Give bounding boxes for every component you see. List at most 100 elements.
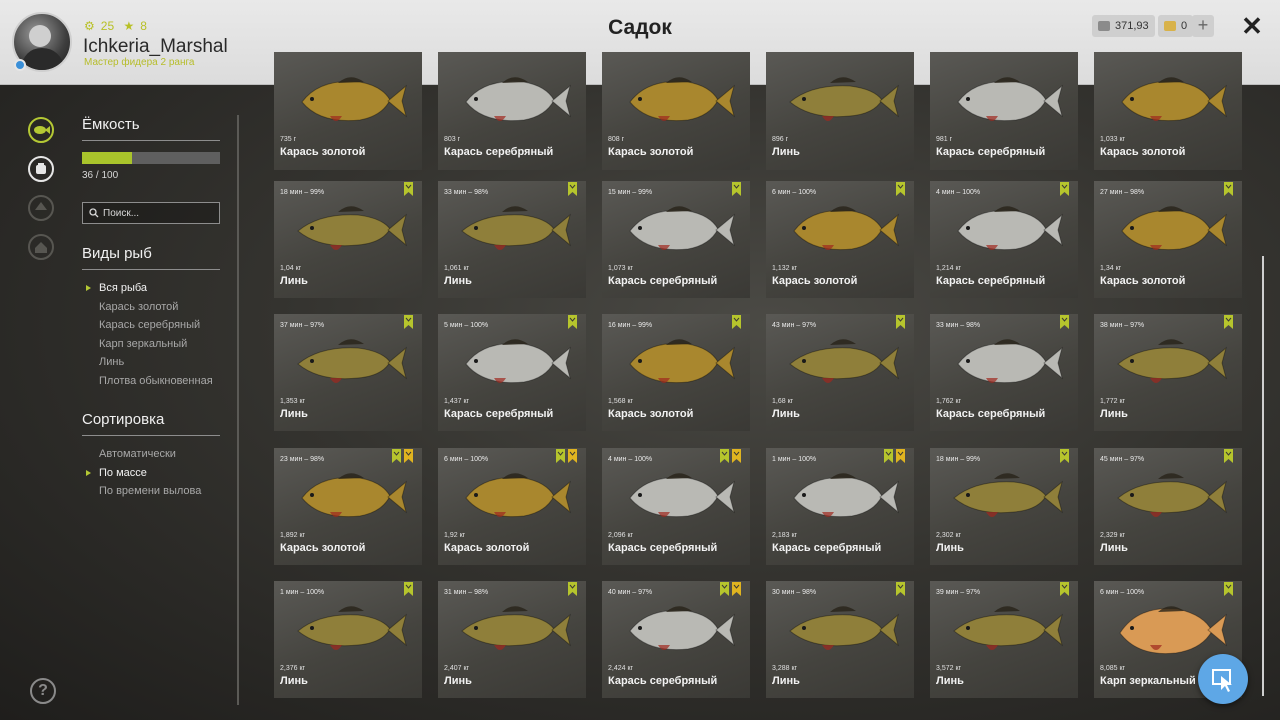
add-gold-button[interactable]: + — [1192, 15, 1214, 37]
badges — [392, 449, 413, 463]
silver-fish-icon — [465, 77, 571, 122]
fish-name: Карась золотой — [772, 275, 858, 287]
catch-time: 38 мин – 97% — [1100, 322, 1145, 329]
tench-fish-icon — [953, 606, 1063, 650]
gold-fish-icon — [465, 473, 571, 518]
species-filter-item[interactable]: Карась серебряный — [86, 316, 213, 335]
fish-name: Карась серебряный — [936, 146, 1046, 158]
inventory-icon[interactable] — [28, 156, 54, 182]
help-icon[interactable]: ? — [30, 678, 56, 704]
fish-keepnet-icon[interactable] — [28, 117, 54, 143]
green-trophy-badge-icon — [1224, 582, 1233, 596]
gold-fish-icon — [301, 77, 407, 122]
fish-weight: 2,376 кг — [280, 665, 306, 672]
fish-weight: 1,762 кг — [936, 398, 962, 405]
tench-fish-icon — [1117, 473, 1227, 517]
fish-card[interactable]: 43 мин – 97% 1,68 кг Линь — [766, 314, 914, 431]
fish-card[interactable]: 981 г Карась серебряный — [930, 52, 1078, 170]
fish-card[interactable]: 5 мин – 100% 1,437 кг Карась серебряный — [438, 314, 586, 431]
fish-card[interactable]: 6 мин – 100% 1,92 кг Карась золотой — [438, 448, 586, 565]
fish-card[interactable]: 18 мин – 99% 2,302 кг Линь — [930, 448, 1078, 565]
fish-name: Карась золотой — [280, 542, 366, 554]
species-filter-item[interactable]: Плотва обыкновенная — [86, 372, 213, 391]
scrollbar[interactable] — [1262, 256, 1264, 696]
fish-card[interactable]: 803 г Карась серебряный — [438, 52, 586, 170]
fish-card[interactable]: 37 мин – 97% 1,353 кг Линь — [274, 314, 422, 431]
tench-fish-icon — [789, 606, 899, 650]
tench-fish-icon — [461, 206, 571, 250]
silver-amount: 371,93 — [1115, 20, 1149, 32]
badges — [1224, 449, 1233, 463]
sort-option-item[interactable]: По массе — [86, 464, 201, 483]
panel-divider — [237, 115, 239, 705]
badges — [896, 315, 905, 329]
fish-card[interactable]: 38 мин – 97% 1,772 кг Линь — [1094, 314, 1242, 431]
fish-card[interactable]: 15 мин – 99% 1,073 кг Карась серебряный — [602, 181, 750, 298]
fish-card[interactable]: 33 мин – 98% 1,061 кг Линь — [438, 181, 586, 298]
fish-card[interactable]: 896 г Линь — [766, 52, 914, 170]
catch-time: 1 мин – 100% — [772, 456, 817, 463]
green-trophy-badge-icon — [720, 582, 729, 596]
silver-fish-icon — [465, 339, 571, 384]
fish-card[interactable]: 30 мин – 98% 3,288 кг Линь — [766, 581, 914, 698]
silver-fish-icon — [629, 473, 735, 518]
capacity-bar — [82, 152, 220, 164]
tench-fish-icon — [789, 77, 899, 121]
fish-card[interactable]: 4 мин – 100% 1,214 кг Карась серебряный — [930, 181, 1078, 298]
fish-weight: 3,572 кг — [936, 665, 962, 672]
badges — [1060, 449, 1069, 463]
fish-card[interactable]: 45 мин – 97% 2,329 кг Линь — [1094, 448, 1242, 565]
fish-card[interactable]: 1,033 кг Карась золотой — [1094, 52, 1242, 170]
fish-name: Карась золотой — [280, 146, 366, 158]
gold-trophy-badge-icon — [404, 449, 413, 463]
gold-fish-icon — [1121, 77, 1227, 122]
badges — [1224, 315, 1233, 329]
divider — [82, 140, 220, 141]
fish-card[interactable]: 1 мин – 100% 2,183 кг Карась серебряный — [766, 448, 914, 565]
fish-card[interactable]: 33 мин – 98% 1,762 кг Карась серебряный — [930, 314, 1078, 431]
species-filter-item[interactable]: Линь — [86, 353, 213, 372]
fish-card[interactable]: 27 мин – 98% 1,34 кг Карась золотой — [1094, 181, 1242, 298]
species-filter-item[interactable]: Карась золотой — [86, 298, 213, 317]
green-trophy-badge-icon — [556, 449, 565, 463]
badges — [556, 449, 577, 463]
fish-card[interactable]: 39 мин – 97% 3,572 кг Линь — [930, 581, 1078, 698]
species-filter-item[interactable]: Вся рыба — [86, 279, 213, 298]
sort-option-item[interactable]: Автоматически — [86, 445, 201, 464]
catch-time: 45 мин – 97% — [1100, 456, 1145, 463]
badges — [732, 315, 741, 329]
badges — [1060, 582, 1069, 596]
fish-weight: 1,68 кг — [772, 398, 794, 405]
fish-card[interactable]: 1 мин – 100% 2,376 кг Линь — [274, 581, 422, 698]
home-icon[interactable] — [28, 234, 54, 260]
fish-card[interactable]: 18 мин – 99% 1,04 кг Линь — [274, 181, 422, 298]
catch-time: 18 мин – 99% — [280, 189, 325, 196]
fish-name: Линь — [772, 675, 800, 687]
sort-option-item[interactable]: По времени вылова — [86, 482, 201, 501]
green-trophy-badge-icon — [1060, 582, 1069, 596]
fish-card[interactable]: 735 г Карась золотой — [274, 52, 422, 170]
fish-weight: 1,214 кг — [936, 265, 962, 272]
fish-card[interactable]: 31 мин – 98% 2,407 кг Линь — [438, 581, 586, 698]
fish-card[interactable]: 4 мин – 100% 2,096 кг Карась серебряный — [602, 448, 750, 565]
green-trophy-badge-icon — [568, 582, 577, 596]
fish-card[interactable]: 23 мин – 98% 1,892 кг Карась золотой — [274, 448, 422, 565]
green-trophy-badge-icon — [884, 449, 893, 463]
fish-card[interactable]: 808 г Карась золотой — [602, 52, 750, 170]
fish-card[interactable]: 40 мин – 97% 2,424 кг Карась серебряный — [602, 581, 750, 698]
fish-card[interactable]: 6 мин – 100% 1,132 кг Карась золотой — [766, 181, 914, 298]
fish-card[interactable]: 16 мин – 99% 1,568 кг Карась золотой — [602, 314, 750, 431]
close-button[interactable]: ✕ — [1240, 13, 1264, 39]
fish-weight: 1,892 кг — [280, 532, 306, 539]
catch-time: 1 мин – 100% — [280, 589, 325, 596]
fish-weight: 1,353 кг — [280, 398, 306, 405]
cursor-mode-button[interactable] — [1198, 654, 1248, 704]
green-trophy-badge-icon — [720, 449, 729, 463]
species-filter-item[interactable]: Карп зеркальный — [86, 335, 213, 354]
fish-name: Карась золотой — [608, 146, 694, 158]
search-input[interactable]: Поиск... — [82, 202, 220, 224]
catch-time: 30 мин – 98% — [772, 589, 817, 596]
gold-coin-icon — [1164, 21, 1176, 31]
tackle-icon[interactable] — [28, 195, 54, 221]
tench-fish-icon — [297, 606, 407, 650]
